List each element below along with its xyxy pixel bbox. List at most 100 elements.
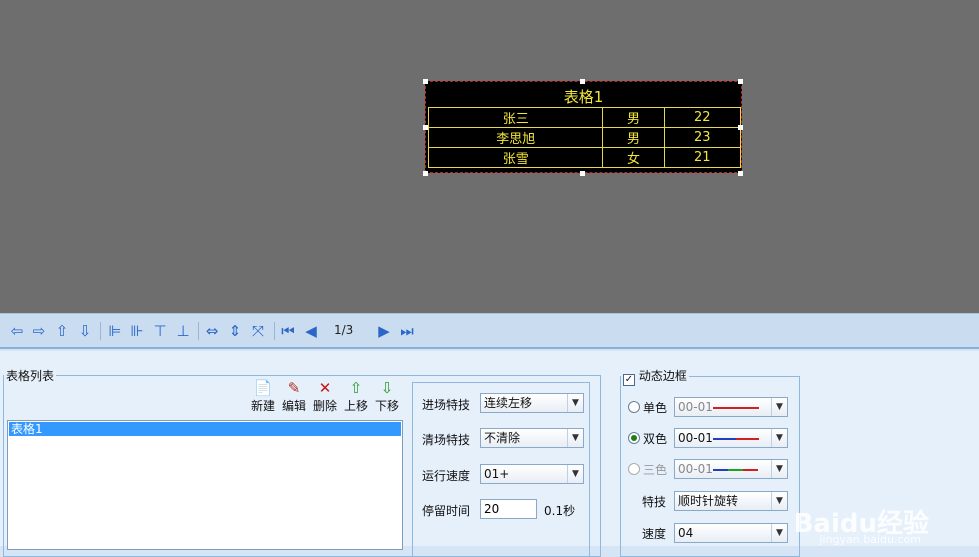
new-button[interactable]: 📄 新建	[248, 379, 278, 414]
speed-select[interactable]: 01+ ▼	[480, 464, 584, 484]
layout-toolbar: ⇦ ⇨ ⇧ ⇩ ⊫ ⊪ ⊤ ⊥ ⇔ ⇕ ⤧ ⏮ ◀ 1/3 ▶ ⏭	[0, 313, 979, 349]
enter-effect-value: 连续左移	[484, 396, 533, 410]
table-cell: 张雪	[427, 147, 604, 168]
move-left-icon[interactable]: ⇦	[8, 322, 26, 340]
table-cell: 23	[663, 127, 741, 148]
align-left-icon[interactable]: ⊫	[106, 322, 124, 340]
toolbar-divider	[198, 322, 199, 340]
move-up-label: 上移	[343, 399, 368, 413]
preview-canvas: 表格1 张三 男 22 李思旭 男 23 张雪 女 21	[0, 0, 979, 313]
triple-color-label: 三色	[643, 463, 668, 477]
table-cell: 李思旭	[427, 127, 604, 148]
border-speed-label: 速度	[642, 527, 667, 541]
led-table: 张三 男 22 李思旭 男 23 张雪 女 21	[427, 107, 741, 168]
move-up-icon[interactable]: ⇧	[53, 322, 71, 340]
triple-color-swatch-c	[743, 469, 758, 471]
stay-time-input[interactable]: 20	[480, 499, 537, 519]
table-listbox[interactable]: 表格1	[7, 420, 403, 550]
arrow-up-icon: ⇧	[349, 379, 363, 397]
clear-effect-value: 不清除	[484, 431, 521, 445]
chevron-down-icon: ▼	[771, 460, 787, 478]
table-cell: 男	[602, 127, 665, 148]
prev-page-icon[interactable]: ◀	[302, 322, 320, 340]
resize-handle-se[interactable]	[738, 171, 743, 176]
enter-effect-select[interactable]: 连续左移 ▼	[480, 393, 584, 413]
dynamic-border-checkbox[interactable]: ✓	[623, 374, 635, 386]
speed-value: 01+	[484, 467, 510, 481]
edit-label: 编辑	[281, 399, 306, 413]
double-color-select[interactable]: 00-01 ▼	[674, 428, 788, 448]
same-width-icon[interactable]: ⇔	[203, 322, 221, 340]
speed-row: 运行速度 01+ ▼	[412, 464, 612, 486]
border-effect-select[interactable]: 顺时针旋转 ▼	[674, 491, 788, 511]
chevron-down-icon: ▼	[567, 465, 583, 483]
resize-handle-sw[interactable]	[423, 171, 428, 176]
table-cell: 21	[663, 147, 741, 168]
chevron-down-icon: ▼	[771, 492, 787, 510]
move-right-icon[interactable]: ⇨	[30, 322, 48, 340]
table-row: 张三 男 22	[427, 107, 741, 128]
single-color-radio[interactable]	[628, 401, 640, 413]
new-label: 新建	[250, 399, 275, 413]
move-down-button[interactable]: ⇩ 下移	[372, 379, 402, 414]
border-effect-label: 特技	[642, 495, 667, 509]
align-bottom-icon[interactable]: ⊥	[174, 322, 192, 340]
double-color-swatch-a	[713, 438, 736, 440]
triple-color-select[interactable]: 00-01 ▼	[674, 459, 788, 479]
stay-time-label: 停留时间	[422, 504, 471, 518]
next-page-icon[interactable]: ▶	[375, 322, 393, 340]
border-speed-select[interactable]: 04 ▼	[674, 523, 788, 543]
edit-button[interactable]: ✎ 编辑	[279, 379, 309, 414]
dynamic-border-legend: ✓ 动态边框	[621, 367, 689, 386]
table-cell: 张三	[427, 107, 604, 128]
resize-handle-w[interactable]	[423, 125, 428, 130]
last-page-icon[interactable]: ⏭	[398, 322, 416, 340]
table-row: 李思旭 男 23	[427, 127, 741, 148]
double-color-swatch-b	[736, 438, 759, 440]
delete-button[interactable]: ✕ 删除	[310, 379, 340, 414]
stay-time-row: 停留时间 20 0.1秒	[412, 499, 612, 521]
delete-icon: ✕	[318, 379, 332, 397]
clear-effect-label: 清场特技	[422, 433, 471, 447]
double-color-label: 双色	[643, 432, 668, 446]
fit-screen-icon[interactable]: ⤧	[249, 322, 267, 340]
double-color-radio[interactable]	[628, 432, 640, 444]
align-right-icon[interactable]: ⊪	[128, 322, 146, 340]
move-up-button[interactable]: ⇧ 上移	[341, 379, 371, 414]
led-table-title: 表格1	[563, 88, 604, 106]
list-item[interactable]: 表格1	[9, 422, 401, 436]
resize-handle-ne[interactable]	[738, 79, 743, 84]
resize-handle-n[interactable]	[580, 79, 585, 84]
triple-color-value: 00-01	[678, 462, 713, 476]
table-row: 张雪 女 21	[427, 147, 741, 168]
led-table-element[interactable]: 表格1 张三 男 22 李思旭 男 23 张雪 女 21	[425, 81, 742, 173]
double-color-value: 00-01	[678, 431, 713, 445]
table-cell: 22	[663, 107, 741, 128]
page-indicator: 1/3	[334, 323, 354, 337]
border-effect-value: 顺时针旋转	[678, 494, 739, 508]
align-top-icon[interactable]: ⊤	[151, 322, 169, 340]
new-icon: 📄	[253, 379, 273, 397]
same-height-icon[interactable]: ⇕	[226, 322, 244, 340]
clear-effect-select[interactable]: 不清除 ▼	[480, 428, 584, 448]
arrow-down-icon: ⇩	[380, 379, 394, 397]
resize-handle-s[interactable]	[580, 171, 585, 176]
enter-effect-row: 进场特技 连续左移 ▼	[412, 393, 612, 415]
single-color-swatch	[713, 407, 759, 409]
resize-handle-e[interactable]	[738, 125, 743, 130]
triple-color-swatch-b	[728, 469, 743, 471]
chevron-down-icon: ▼	[771, 398, 787, 416]
pencil-icon: ✎	[287, 379, 301, 397]
single-color-value: 00-01	[678, 400, 713, 414]
first-page-icon[interactable]: ⏮	[279, 322, 297, 340]
single-color-label: 单色	[643, 401, 668, 415]
toolbar-divider	[274, 322, 275, 340]
resize-handle-nw[interactable]	[423, 79, 428, 84]
triple-color-radio[interactable]	[628, 463, 640, 475]
watermark-url: jingyan.baidu.com	[819, 533, 921, 546]
table-cell: 女	[602, 147, 665, 168]
move-down-icon[interactable]: ⇩	[76, 322, 94, 340]
chevron-down-icon: ▼	[771, 524, 787, 542]
single-color-select[interactable]: 00-01 ▼	[674, 397, 788, 417]
move-down-label: 下移	[374, 399, 399, 413]
